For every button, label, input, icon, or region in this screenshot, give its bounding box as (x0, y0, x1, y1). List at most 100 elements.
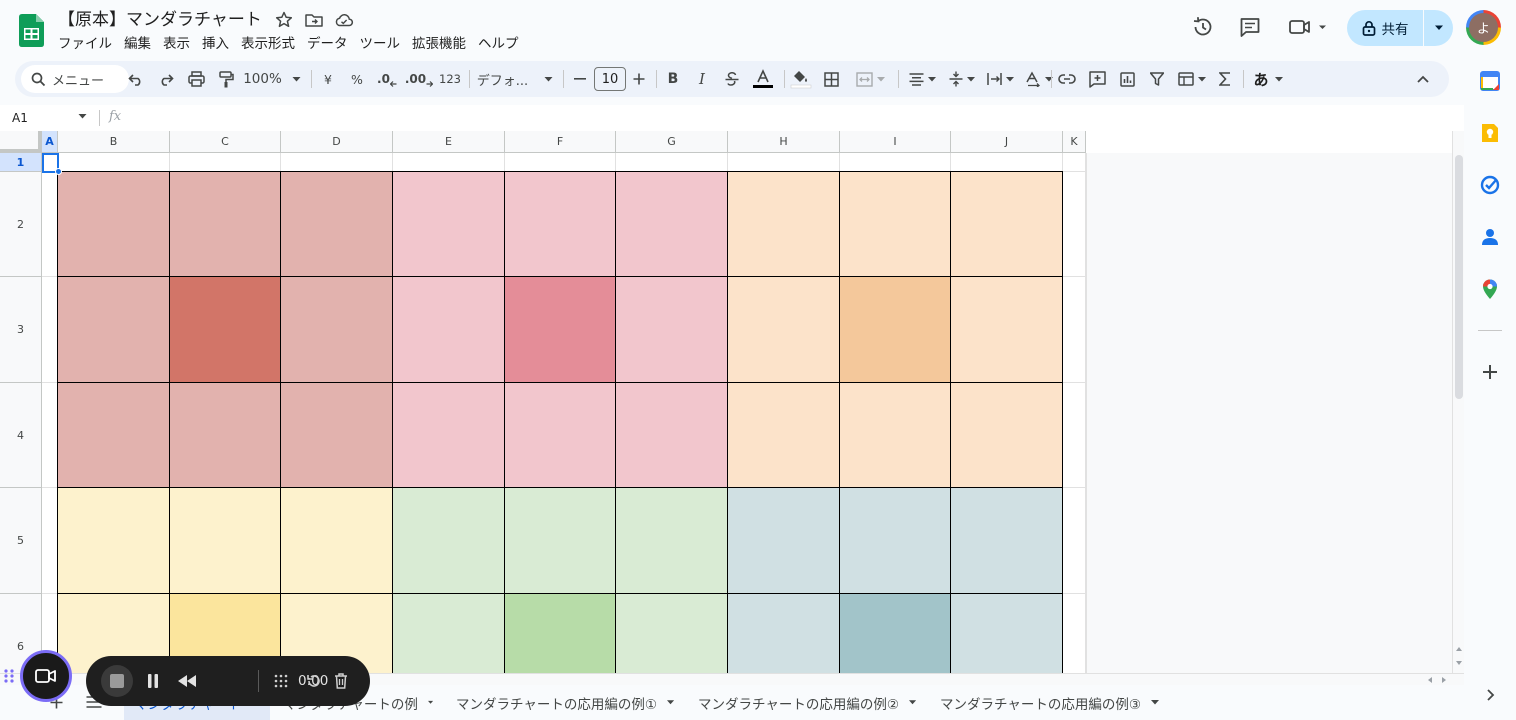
calendar-icon[interactable] (1479, 70, 1501, 92)
column-header[interactable]: K (1063, 131, 1086, 153)
grid-overlay-button[interactable] (268, 656, 294, 706)
fill-color-button[interactable] (787, 61, 815, 97)
vertical-scroll-thumb[interactable] (1455, 155, 1463, 399)
column-header[interactable]: A (42, 131, 58, 153)
menu-format[interactable]: 表示形式 (235, 33, 301, 55)
mandala-cell[interactable] (616, 594, 728, 673)
share-button[interactable]: 共有 (1347, 10, 1453, 46)
functions-button[interactable] (1211, 61, 1239, 97)
italic-button[interactable]: I (688, 61, 716, 97)
row-header[interactable]: 1 (0, 153, 42, 172)
spreadsheet-grid[interactable]: A B C D E F G H I J K 1 2 3 4 5 6 (0, 131, 1452, 673)
mandala-cell[interactable] (281, 172, 393, 277)
decrease-decimal-button[interactable]: .0 (373, 61, 401, 97)
mandala-cell[interactable] (840, 488, 951, 594)
grid-cell[interactable] (170, 153, 281, 172)
mandala-cell[interactable] (616, 277, 728, 383)
row-header[interactable]: 2 (0, 172, 42, 277)
mandala-cell[interactable] (58, 488, 170, 594)
grid-cell[interactable] (1063, 172, 1086, 277)
column-header[interactable]: F (505, 131, 616, 153)
recorder-camera-button[interactable] (20, 650, 72, 702)
account-avatar[interactable]: よ (1466, 10, 1501, 45)
mandala-cell[interactable] (728, 277, 840, 383)
grid-cell[interactable] (1063, 488, 1086, 594)
mandala-cell[interactable] (393, 594, 505, 673)
column-header[interactable]: B (58, 131, 170, 153)
grid-cell[interactable] (58, 153, 170, 172)
more-formats-button[interactable]: 123 (435, 61, 465, 97)
grid-cell[interactable] (281, 153, 393, 172)
select-all-corner[interactable] (0, 131, 42, 153)
mandala-cell[interactable] (393, 172, 505, 277)
increase-decimal-button[interactable]: .00 (404, 61, 434, 97)
grid-cell[interactable] (951, 153, 1063, 172)
hide-menus-button[interactable] (1409, 61, 1437, 97)
scroll-up-icon[interactable] (1456, 647, 1462, 651)
grid-cell[interactable] (42, 488, 58, 594)
undo-button[interactable] (121, 61, 151, 97)
increase-font-size-button[interactable] (626, 61, 652, 97)
maps-icon[interactable] (1479, 278, 1501, 300)
mandala-cell[interactable] (170, 172, 281, 277)
share-main[interactable]: 共有 (1347, 10, 1423, 46)
mandala-cell[interactable] (281, 488, 393, 594)
mandala-cell[interactable] (728, 383, 840, 488)
mandala-cell[interactable] (170, 277, 281, 383)
mandala-cell[interactable] (170, 383, 281, 488)
mandala-cell[interactable] (840, 277, 951, 383)
grid-cell[interactable] (728, 153, 840, 172)
mandala-cell[interactable] (505, 277, 616, 383)
merge-cells-button[interactable] (848, 61, 892, 97)
mandala-cell[interactable] (728, 594, 840, 673)
mandala-cell[interactable] (170, 488, 281, 594)
mandala-cell[interactable] (58, 277, 170, 383)
mandala-cell[interactable] (840, 594, 951, 673)
column-header[interactable]: H (728, 131, 840, 153)
column-header[interactable]: G (616, 131, 728, 153)
menu-insert[interactable]: 挿入 (196, 33, 235, 55)
mandala-cell[interactable] (951, 488, 1063, 594)
text-wrapping-button[interactable] (981, 61, 1019, 97)
tasks-icon[interactable] (1479, 174, 1501, 196)
menu-tools[interactable]: ツール (354, 33, 407, 55)
mandala-cell[interactable] (281, 277, 393, 383)
chevron-right-icon[interactable] (1479, 684, 1501, 706)
sheets-logo-icon[interactable] (19, 14, 44, 47)
bold-button[interactable]: B (659, 61, 687, 97)
grid-cell[interactable] (1063, 277, 1086, 383)
decrease-font-size-button[interactable] (567, 61, 593, 97)
stop-recording-button[interactable] (100, 656, 134, 706)
insert-chart-button[interactable] (1113, 61, 1141, 97)
strikethrough-button[interactable] (718, 61, 746, 97)
sheet-tab[interactable]: マンダラチャートの応用編の例① (446, 685, 684, 720)
column-header[interactable]: J (951, 131, 1063, 153)
menu-extensions[interactable]: 拡張機能 (406, 33, 472, 55)
mandala-cell[interactable] (393, 277, 505, 383)
insert-link-button[interactable] (1053, 61, 1081, 97)
pause-recording-button[interactable] (140, 656, 166, 706)
print-button[interactable] (181, 61, 211, 97)
grid-cell[interactable] (1063, 383, 1086, 488)
mandala-cell[interactable] (281, 383, 393, 488)
mandala-cell[interactable] (951, 277, 1063, 383)
mandala-cell[interactable] (951, 594, 1063, 673)
zoom-select[interactable]: 100% (241, 61, 303, 97)
rewind-button[interactable] (172, 656, 202, 706)
menu-file[interactable]: ファイル (52, 33, 118, 55)
mandala-cell[interactable] (393, 383, 505, 488)
mandala-cell[interactable] (505, 172, 616, 277)
mandala-cell[interactable] (505, 594, 616, 673)
borders-button[interactable] (816, 61, 846, 97)
mandala-cell[interactable] (616, 172, 728, 277)
sheet-tab[interactable]: マンダラチャートの応用編の例③ (930, 685, 1170, 720)
mandala-cell[interactable] (728, 488, 840, 594)
restart-recording-button[interactable] (300, 656, 328, 706)
grid-cell[interactable] (505, 153, 616, 172)
font-select[interactable]: デフォ... (473, 61, 557, 97)
grid-cell[interactable] (42, 172, 58, 277)
delete-recording-button[interactable] (328, 656, 354, 706)
search-menus-input[interactable]: メニュー (21, 65, 129, 93)
mandala-cell[interactable] (393, 488, 505, 594)
column-header[interactable]: D (281, 131, 393, 153)
